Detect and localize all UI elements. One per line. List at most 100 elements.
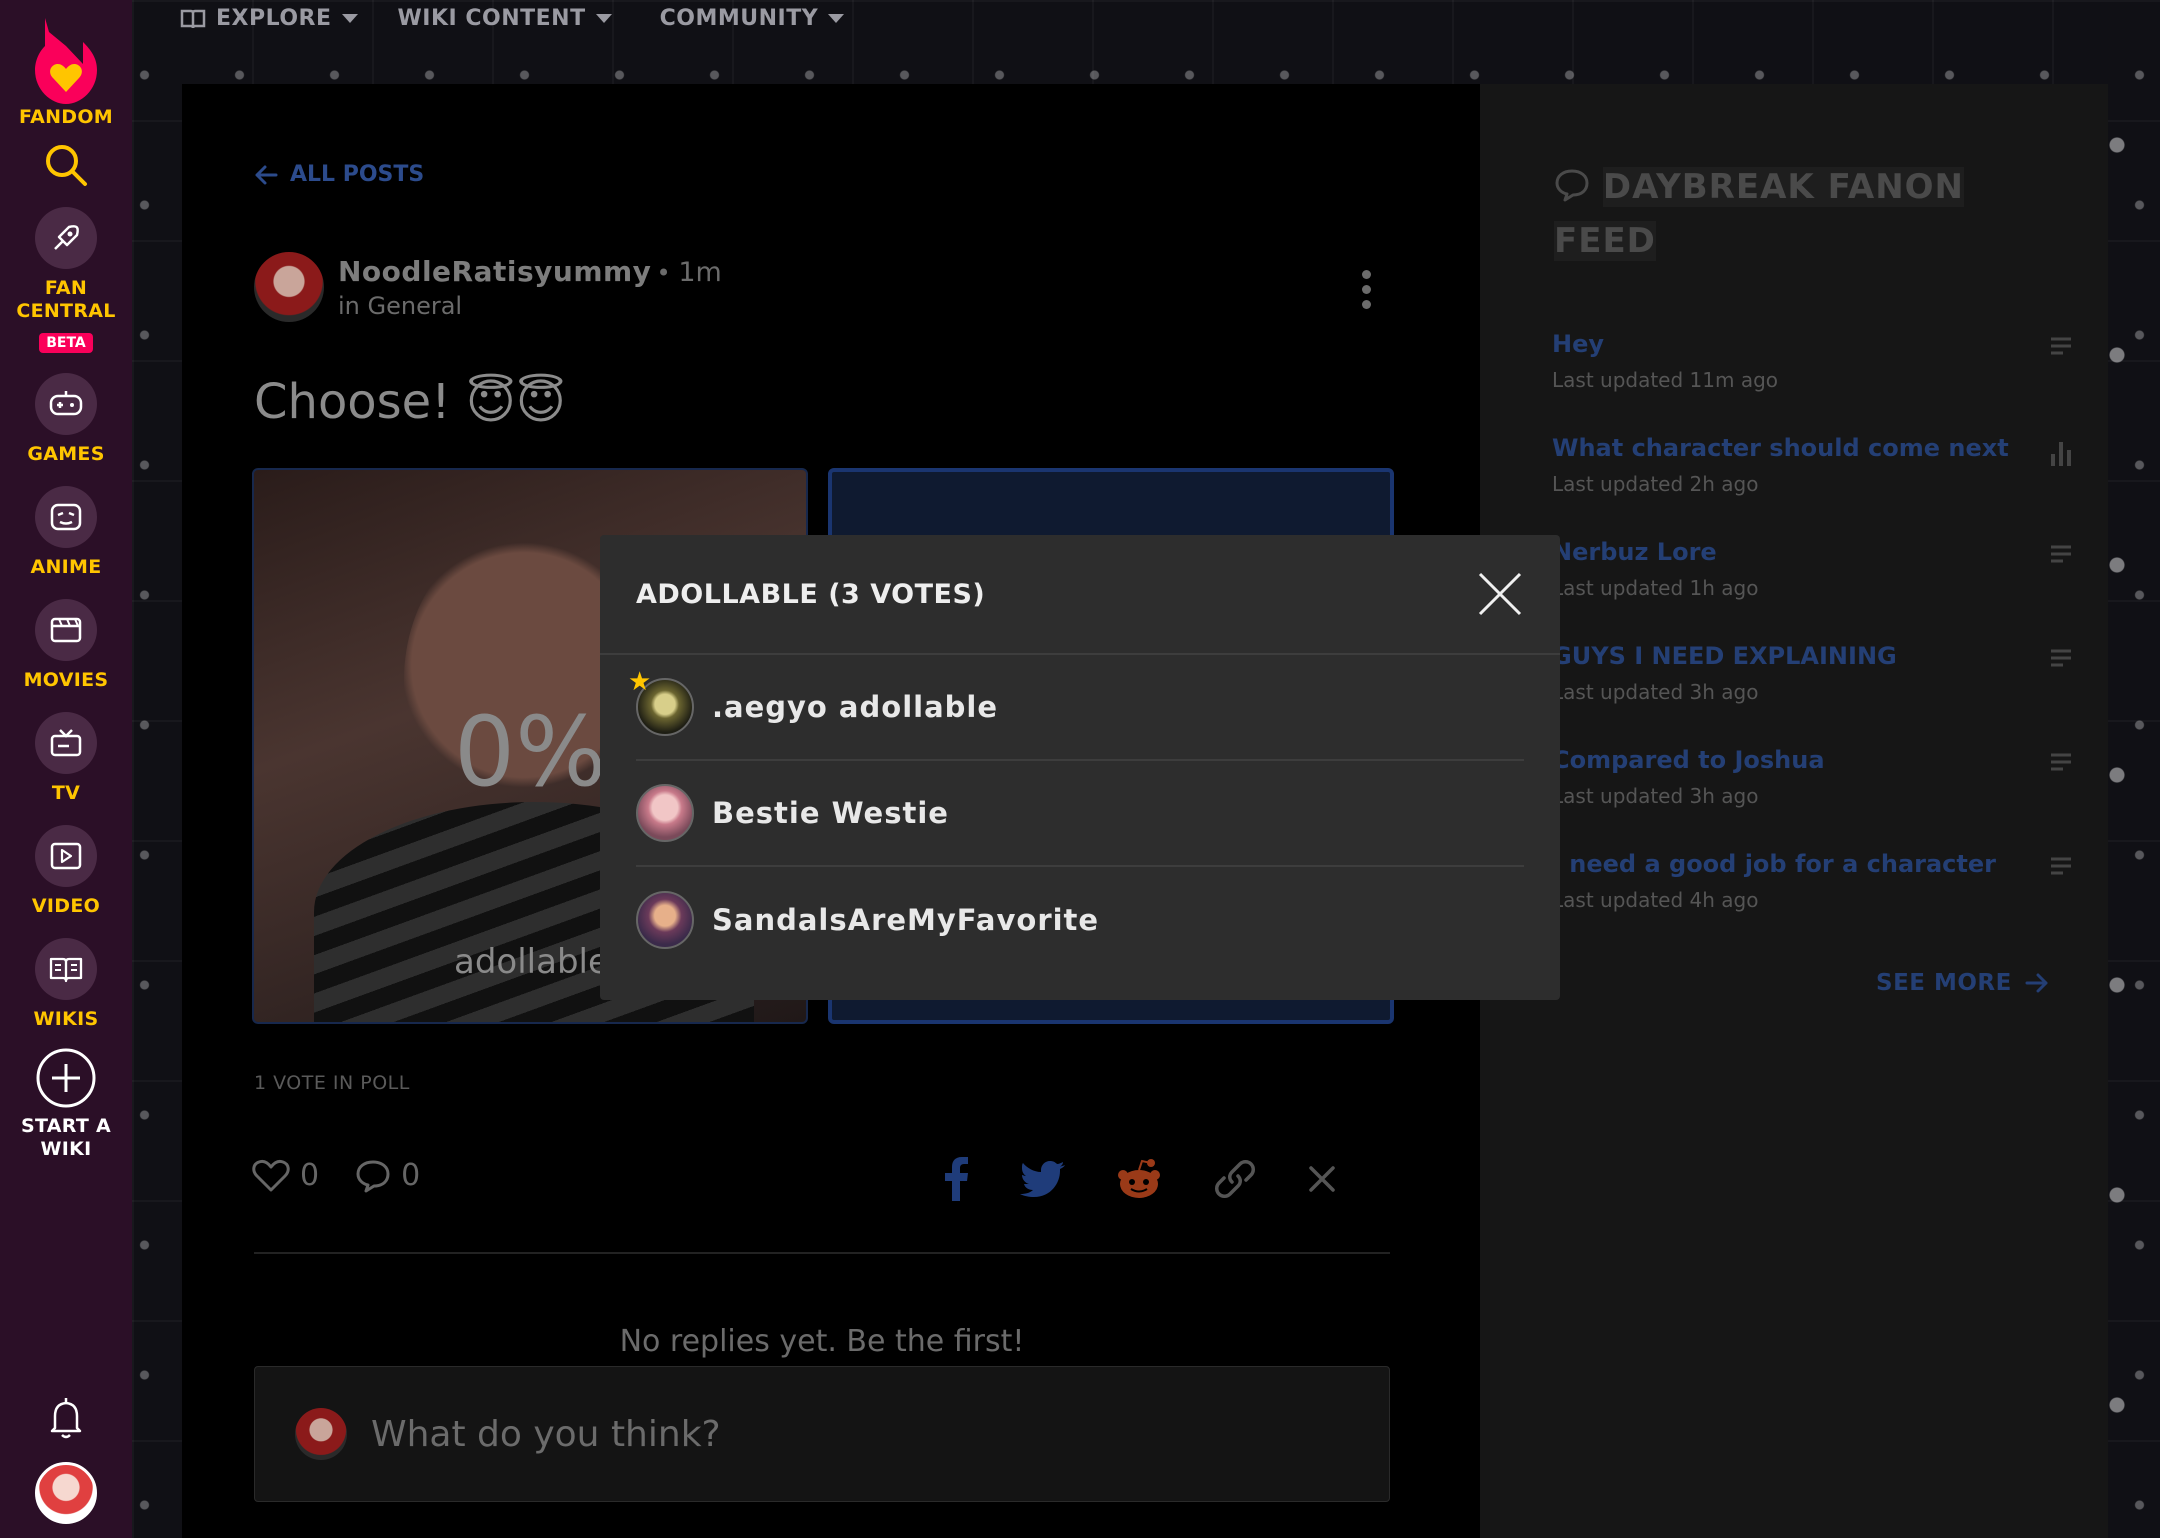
chevron-down-icon bbox=[828, 14, 845, 23]
lines-icon bbox=[2051, 753, 2071, 771]
fanon-feed-rail: DAYBREAK FANON FEED Hey Last updated 11m… bbox=[1480, 84, 2108, 1538]
tv-icon bbox=[50, 729, 82, 757]
arrow-left-icon bbox=[255, 165, 278, 184]
all-posts-label: ALL POSTS bbox=[290, 162, 425, 187]
bar-chart-icon bbox=[2051, 442, 2071, 466]
anime-face-icon bbox=[50, 503, 82, 531]
feed-item-title[interactable]: I need a good job for a character bbox=[1552, 850, 2072, 878]
chevron-down-icon bbox=[595, 14, 612, 23]
heart-icon bbox=[252, 1159, 290, 1191]
post-actions: 0 0 bbox=[252, 1158, 420, 1193]
facebook-icon[interactable] bbox=[942, 1157, 970, 1201]
option-a-percent: 0% bbox=[454, 696, 607, 808]
lines-icon bbox=[2051, 337, 2071, 355]
feed-item-title[interactable]: Hey bbox=[1552, 330, 2072, 358]
close-icon[interactable] bbox=[1476, 570, 1524, 618]
feed-item[interactable]: Hey Last updated 11m ago bbox=[1552, 330, 2072, 434]
like-count: 0 bbox=[300, 1158, 320, 1193]
feed-title: DAYBREAK FANON FEED bbox=[1554, 160, 1974, 268]
post-title: Choose! 😇😇 bbox=[254, 374, 566, 430]
voter-name[interactable]: SandalsAreMyFavorite bbox=[712, 903, 1099, 937]
fandom-logo[interactable]: FANDOM bbox=[19, 0, 113, 129]
twitter-icon[interactable] bbox=[1020, 1160, 1066, 1198]
beta-badge: BETA bbox=[39, 333, 93, 353]
nav-label-anime: ANIME bbox=[30, 556, 102, 578]
nav-item-movies[interactable]: MOVIES bbox=[24, 599, 109, 692]
lines-icon bbox=[2051, 857, 2071, 875]
nav-item-tv[interactable]: TV bbox=[35, 712, 97, 805]
nav-item-video[interactable]: VIDEO bbox=[32, 825, 100, 918]
feed-item-title[interactable]: Compared to Joshua bbox=[1552, 746, 2072, 774]
voter-name[interactable]: .aegyo adollable bbox=[712, 690, 998, 724]
search-icon bbox=[46, 145, 87, 186]
feed-item[interactable]: Compared to Joshua Last updated 3h ago bbox=[1552, 746, 2072, 850]
community-dropdown[interactable]: COMMUNITY bbox=[660, 6, 845, 31]
gamepad-icon bbox=[49, 391, 83, 416]
nav-item-fan-central[interactable]: FAN CENTRAL BETA bbox=[16, 207, 115, 353]
like-button[interactable]: 0 bbox=[252, 1158, 319, 1193]
feed-item-time: Last updated 2h ago bbox=[1552, 472, 1759, 496]
feed-item-title[interactable]: What character should come next bbox=[1552, 434, 2072, 462]
reply-avatar bbox=[295, 1408, 347, 1460]
comment-button[interactable]: 0 bbox=[355, 1158, 420, 1193]
top-nav: EXPLORE WIKI CONTENT COMMUNITY bbox=[180, 6, 845, 31]
user-avatar[interactable] bbox=[35, 1462, 97, 1524]
share-buttons bbox=[942, 1156, 1336, 1202]
voter-avatar bbox=[636, 891, 694, 949]
copy-link-icon[interactable] bbox=[1212, 1156, 1258, 1202]
explore-dropdown[interactable]: EXPLORE bbox=[180, 6, 358, 31]
global-nav: FANDOM FAN CENTRAL BETA GAMES ANIME MOVI… bbox=[0, 0, 132, 1538]
search-button[interactable] bbox=[44, 143, 88, 191]
lines-icon bbox=[2051, 545, 2071, 563]
voter-row[interactable]: SandalsAreMyFavorite bbox=[636, 867, 1524, 973]
author-avatar[interactable] bbox=[254, 252, 324, 322]
feed-item-time: Last updated 1h ago bbox=[1552, 576, 1759, 600]
book-icon bbox=[49, 957, 83, 983]
plus-circle-icon bbox=[36, 1048, 96, 1108]
post-time: 1m bbox=[678, 256, 722, 288]
nav-item-wikis[interactable]: WIKIS bbox=[33, 938, 98, 1031]
author-name[interactable]: NoodleRatisyummy bbox=[338, 255, 651, 288]
fandom-heart-icon bbox=[34, 18, 97, 104]
feed-title-text: DAYBREAK FANON FEED bbox=[1554, 167, 1965, 261]
close-share-icon[interactable] bbox=[1308, 1165, 1336, 1193]
nav-item-anime[interactable]: ANIME bbox=[30, 486, 101, 579]
post-category: in General bbox=[338, 291, 463, 320]
no-replies-text: No replies yet. Be the first! bbox=[619, 1324, 1025, 1359]
feed-item[interactable]: GUYS I NEED EXPLAINING Last updated 3h a… bbox=[1552, 642, 2072, 746]
poll-votes-count: 1 VOTE IN POLL bbox=[254, 1072, 410, 1094]
feed-item-time: Last updated 11m ago bbox=[1552, 368, 1779, 392]
community-label: COMMUNITY bbox=[659, 6, 819, 31]
play-icon bbox=[50, 842, 82, 870]
voter-row[interactable]: ★ .aegyo adollable bbox=[628, 655, 1524, 761]
separator-dot: • bbox=[656, 258, 679, 287]
more-options-icon[interactable] bbox=[1362, 270, 1371, 309]
wiki-content-dropdown[interactable]: WIKI CONTENT bbox=[398, 6, 612, 31]
notifications-bell-icon[interactable] bbox=[49, 1396, 83, 1440]
reply-input[interactable]: What do you think? bbox=[254, 1366, 1390, 1502]
nav-label-games: GAMES bbox=[27, 443, 105, 465]
modal-title: ADOLLABLE (3 VOTES) bbox=[636, 578, 986, 610]
nav-item-games[interactable]: GAMES bbox=[27, 373, 104, 466]
nav-label-movies: MOVIES bbox=[23, 669, 109, 691]
star-badge-icon: ★ bbox=[628, 667, 652, 697]
feed-item-title[interactable]: GUYS I NEED EXPLAINING bbox=[1552, 642, 2072, 670]
feed-item[interactable]: What character should come next Last upd… bbox=[1552, 434, 2072, 538]
see-more-link[interactable]: SEE MORE bbox=[1876, 970, 2050, 996]
feed-item[interactable]: Nerbuz Lore Last updated 1h ago bbox=[1552, 538, 2072, 642]
lines-icon bbox=[2051, 649, 2071, 667]
start-a-wiki-label: START A WIKI bbox=[20, 1115, 112, 1160]
voters-modal: ADOLLABLE (3 VOTES) ★ .aegyo adollable B… bbox=[600, 535, 1560, 1000]
all-posts-link[interactable]: ALL POSTS bbox=[254, 162, 424, 187]
reddit-icon[interactable] bbox=[1116, 1158, 1162, 1200]
start-a-wiki-button[interactable]: START A WIKI bbox=[21, 1047, 111, 1161]
voter-name[interactable]: Bestie Westie bbox=[712, 796, 949, 830]
feed-item-title[interactable]: Nerbuz Lore bbox=[1552, 538, 2072, 566]
post-author: NoodleRatisyummy • 1m in General bbox=[254, 252, 722, 322]
modal-header: ADOLLABLE (3 VOTES) bbox=[600, 535, 1560, 655]
voter-row[interactable]: Bestie Westie bbox=[636, 761, 1524, 867]
explore-label: EXPLORE bbox=[216, 6, 332, 31]
voter-avatar bbox=[636, 784, 694, 842]
feed-item[interactable]: I need a good job for a character Last u… bbox=[1552, 850, 2072, 954]
wiki-content-label: WIKI CONTENT bbox=[397, 6, 586, 31]
